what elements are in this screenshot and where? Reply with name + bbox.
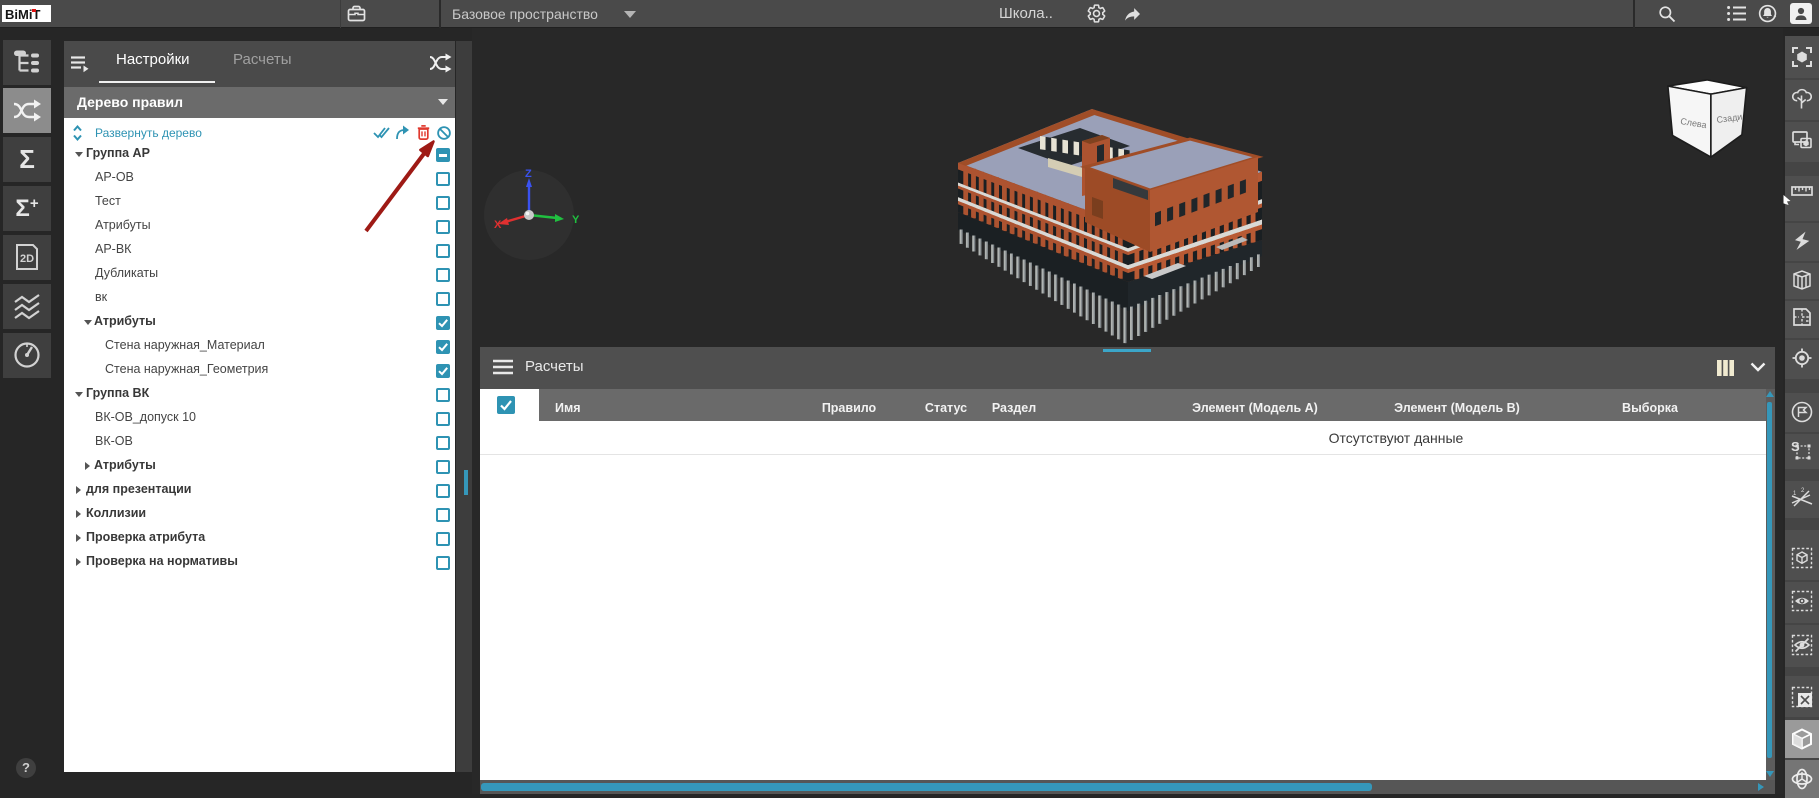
svg-text:1: 1 [1793, 491, 1797, 497]
svg-text:2: 2 [1801, 488, 1805, 494]
svg-text:X: X [494, 219, 502, 231]
svg-text:Y: Y [572, 214, 580, 226]
svg-text:Z: Z [525, 168, 532, 180]
svg-text:2D: 2D [20, 253, 34, 265]
